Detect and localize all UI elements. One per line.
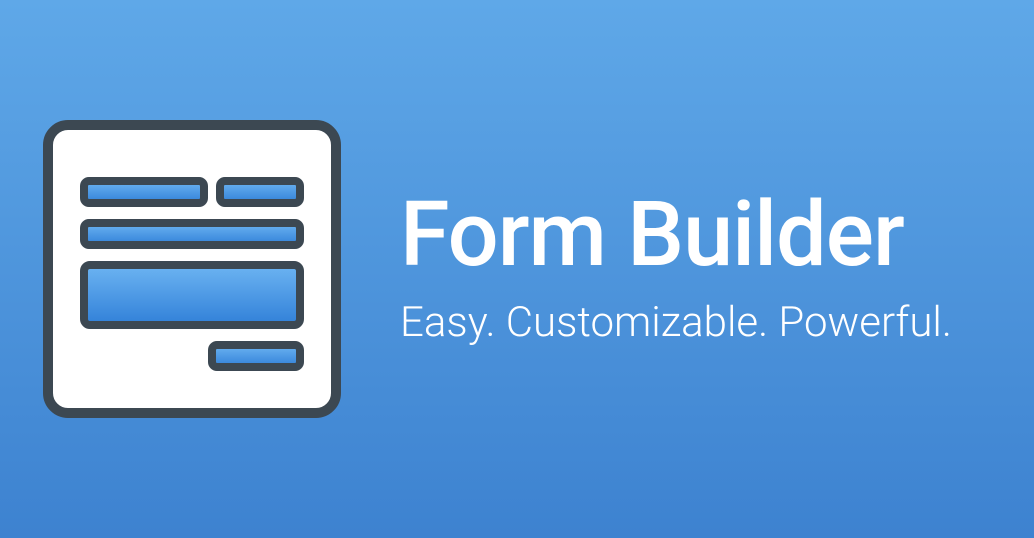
hero-subtitle: Easy. Customizable. Powerful. bbox=[400, 298, 952, 348]
hero-title: Form Builder bbox=[400, 190, 952, 280]
form-builder-icon bbox=[42, 119, 342, 419]
hero-container: Form Builder Easy. Customizable. Powerfu… bbox=[42, 119, 952, 419]
hero-text: Form Builder Easy. Customizable. Powerfu… bbox=[400, 190, 952, 348]
